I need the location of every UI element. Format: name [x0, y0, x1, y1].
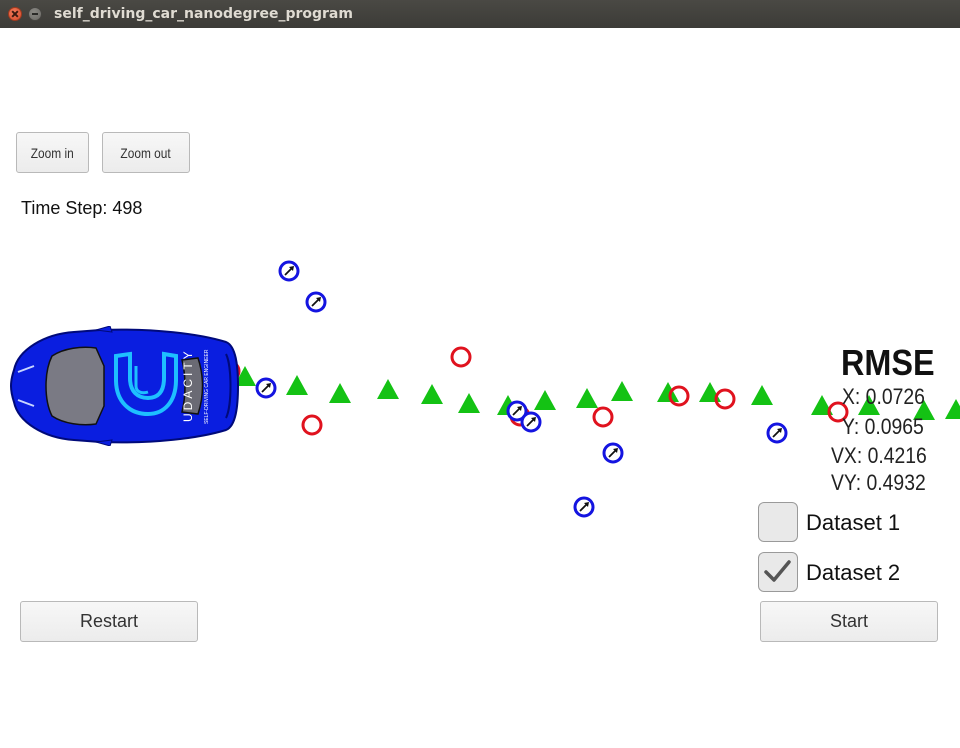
app-window: self_driving_car_nanodegree_program UDAC…: [0, 0, 960, 748]
radar-marker: [305, 291, 327, 313]
check-icon: [764, 560, 791, 582]
radar-marker: [602, 442, 624, 464]
lidar-marker: [714, 388, 736, 410]
estimate-marker: [699, 382, 721, 402]
radar-marker: [506, 400, 528, 422]
dataset-1-label[interactable]: Dataset 1: [806, 510, 900, 536]
estimate-marker: [811, 395, 833, 415]
zoom-in-button[interactable]: Zoom in: [16, 132, 89, 173]
estimate-marker: [657, 382, 679, 402]
car-brand-text: UDACITY: [181, 348, 195, 422]
radar-marker: [766, 422, 788, 444]
estimate-marker: [534, 390, 556, 410]
rmse-vx: VX: 0.4216: [831, 443, 927, 468]
lidar-marker: [592, 406, 614, 428]
radar-marker: [255, 377, 277, 399]
rmse-x: X: 0.0726: [842, 384, 925, 409]
estimate-marker: [286, 375, 308, 395]
start-button[interactable]: Start: [760, 601, 938, 642]
estimate-marker: [751, 385, 773, 405]
car-sub-text: SELF-DRIVING CAR ENGINEER: [204, 349, 210, 424]
window-title: self_driving_car_nanodegree_program: [54, 6, 353, 22]
estimate-marker: [611, 381, 633, 401]
time-step-text: Time Step: 498: [21, 198, 143, 218]
rmse-vy: VY: 0.4932: [831, 470, 926, 495]
restart-label: Restart: [79, 611, 139, 631]
estimate-marker: [421, 384, 443, 404]
rmse-title: RMSE: [841, 342, 935, 383]
close-icon[interactable]: [8, 7, 22, 21]
estimate-marker: [576, 388, 598, 408]
radar-marker: [520, 411, 542, 433]
dataset-1-checkbox[interactable]: [758, 502, 798, 542]
restart-button[interactable]: Restart: [20, 601, 198, 642]
lidar-marker: [668, 385, 690, 407]
lidar-marker: [301, 414, 323, 436]
estimate-marker: [329, 383, 351, 403]
windshield: [45, 346, 105, 426]
lidar-marker: [450, 346, 472, 368]
car-icon: UDACITY SELF-DRIVING CAR ENGINEER: [10, 326, 240, 446]
dataset-2-checkbox[interactable]: [758, 552, 798, 592]
title-bar: self_driving_car_nanodegree_program: [0, 0, 960, 28]
minimize-icon[interactable]: [28, 7, 42, 21]
estimate-marker: [458, 393, 480, 413]
zoom-out-button[interactable]: Zoom out: [102, 132, 190, 173]
estimate-marker: [945, 399, 960, 419]
estimate-marker: [377, 379, 399, 399]
lidar-marker: [509, 405, 531, 427]
radar-marker: [278, 260, 300, 282]
zoom-out-label: Zoom out: [120, 144, 172, 161]
dataset-2-label[interactable]: Dataset 2: [806, 560, 900, 586]
estimate-marker: [497, 395, 519, 415]
zoom-in-label: Zoom in: [30, 144, 74, 161]
rmse-y: Y: 0.0965: [842, 414, 924, 439]
radar-marker: [573, 496, 595, 518]
start-label: Start: [829, 611, 868, 631]
